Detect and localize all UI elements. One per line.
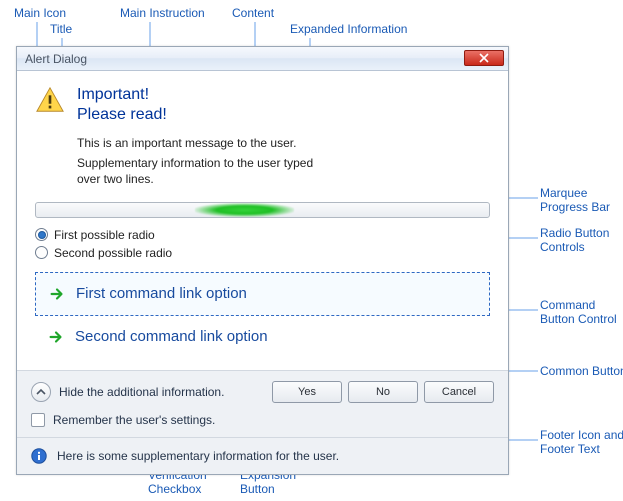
- dialog-title: Alert Dialog: [25, 52, 87, 66]
- chevron-up-icon: [36, 387, 46, 397]
- cancel-button[interactable]: Cancel: [424, 381, 494, 403]
- verification-label: Remember the user's settings.: [53, 413, 215, 427]
- footer-pane: Hide the additional information. Yes No …: [17, 370, 508, 437]
- arrow-right-icon: [47, 328, 65, 346]
- command-links: First command link option Second command…: [35, 272, 490, 358]
- close-icon: [479, 53, 489, 63]
- callout-expanded-info: Expanded Information: [290, 22, 407, 36]
- no-button[interactable]: No: [348, 381, 418, 403]
- radio-group: First possible radio Second possible rad…: [35, 228, 490, 260]
- callout-main-instruction: Main Instruction: [120, 6, 205, 20]
- callout-radio-controls: Radio Button Controls: [540, 226, 609, 254]
- radio-option-1[interactable]: First possible radio: [35, 228, 490, 242]
- callout-common-buttons: Common Buttons: [540, 364, 623, 378]
- callout-marquee: Marquee Progress Bar: [540, 186, 610, 214]
- verification-checkbox[interactable]: [31, 413, 45, 427]
- close-button[interactable]: [464, 50, 504, 66]
- callout-command-button: Command Button Control: [540, 298, 617, 326]
- main-instruction-line1: Important!: [77, 85, 337, 105]
- radio-option-2[interactable]: Second possible radio: [35, 246, 490, 260]
- command-link-label: First command link option: [76, 285, 247, 302]
- footer-text: Here is some supplementary information f…: [57, 449, 339, 463]
- callout-main-icon: Main Icon: [14, 6, 66, 20]
- info-icon: [31, 448, 47, 464]
- arrow-right-icon: [48, 285, 66, 303]
- radio-label: Second possible radio: [54, 246, 172, 260]
- footer: Here is some supplementary information f…: [17, 437, 508, 474]
- callout-footer: Footer Icon and Footer Text: [540, 428, 623, 456]
- main-instruction-line2: Please read!: [77, 105, 337, 125]
- marquee-progress-bar: [35, 202, 490, 218]
- command-link-label: Second command link option: [75, 328, 268, 345]
- callout-title: Title: [50, 22, 72, 36]
- command-link-1[interactable]: First command link option: [35, 272, 490, 316]
- warning-icon: [35, 85, 65, 188]
- main-instruction: Important! Please read!: [77, 85, 337, 125]
- radio-icon: [35, 246, 48, 259]
- yes-button[interactable]: Yes: [272, 381, 342, 403]
- content-text: This is an important message to the user…: [77, 135, 337, 151]
- command-link-2[interactable]: Second command link option: [35, 316, 490, 358]
- radio-label: First possible radio: [54, 228, 155, 242]
- callout-content: Content: [232, 6, 274, 20]
- content-area: Important! Please read! This is an impor…: [17, 71, 508, 370]
- supplementary-text: Supplementary information to the user ty…: [77, 155, 337, 187]
- expansion-label: Hide the additional information.: [59, 385, 264, 399]
- alert-dialog: Alert Dialog Important! Please read! Thi…: [16, 46, 509, 475]
- titlebar[interactable]: Alert Dialog: [17, 47, 508, 71]
- radio-icon: [35, 228, 48, 241]
- expansion-button[interactable]: [31, 382, 51, 402]
